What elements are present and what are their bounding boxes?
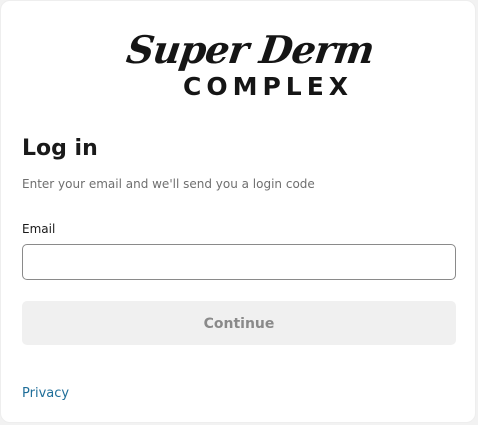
login-subtitle: Enter your email and we'll send you a lo… xyxy=(22,177,315,191)
brand-logo: Super Derm COMPLEX xyxy=(121,27,377,103)
continue-button[interactable]: Continue xyxy=(22,301,456,345)
logo-script-text: Super Derm xyxy=(123,27,377,72)
login-card: Super Derm COMPLEX Log in Enter your ema… xyxy=(0,0,476,423)
logo-block-text: COMPLEX xyxy=(183,72,354,101)
email-label: Email xyxy=(22,222,56,236)
page-title: Log in xyxy=(22,136,98,161)
privacy-link[interactable]: Privacy xyxy=(22,385,69,403)
email-field[interactable] xyxy=(22,244,456,280)
